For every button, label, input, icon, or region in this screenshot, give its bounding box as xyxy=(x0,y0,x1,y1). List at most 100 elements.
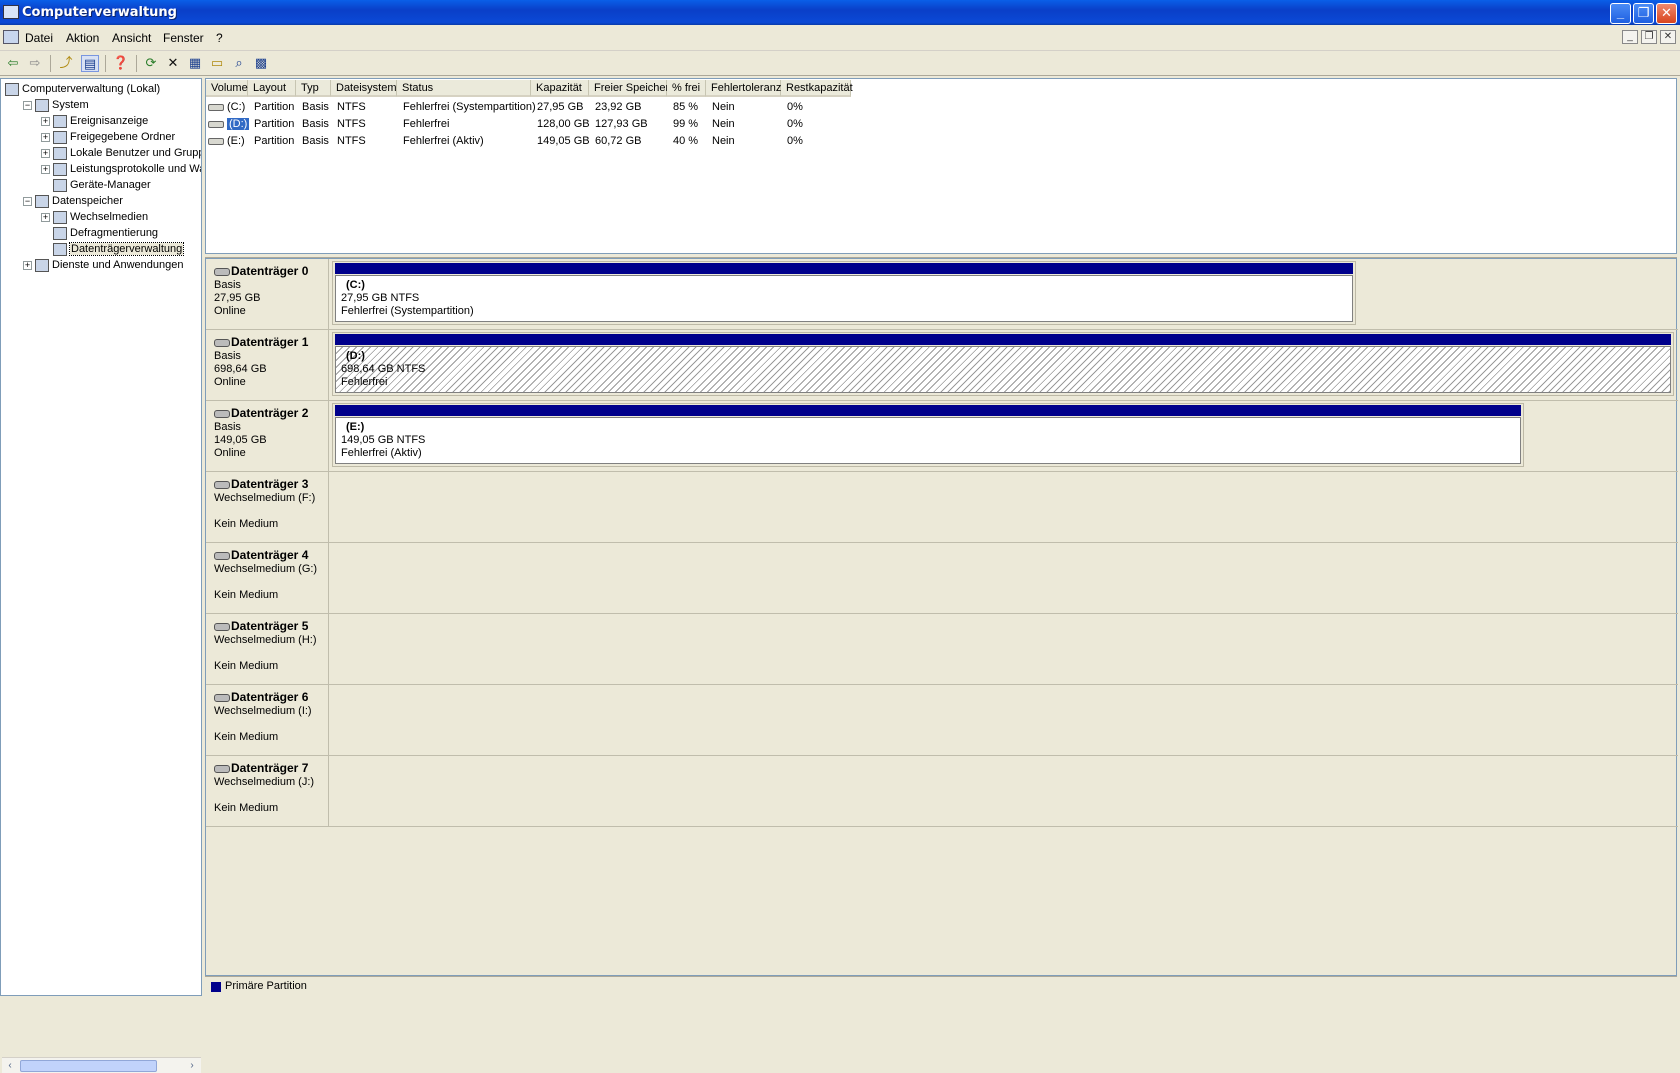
partition-body[interactable]: (D:) 698,64 GB NTFS Fehlerfrei xyxy=(335,346,1671,393)
column-header[interactable]: Fehlertoleranz xyxy=(706,80,781,97)
computer-management-app-icon[interactable] xyxy=(3,5,19,19)
disk-label[interactable]: Datenträger 4 Wechselmedium (G:) Kein Medi… xyxy=(206,543,329,613)
expand-icon[interactable]: + xyxy=(41,116,50,126)
table-cell: Fehlerfrei (Aktiv) xyxy=(403,135,484,147)
mdi-close-button[interactable]: ✕ xyxy=(1660,30,1676,44)
disk-row[interactable]: Datenträger 6 Wechselmedium (I:) Kein Medi… xyxy=(206,685,1678,756)
disk-label[interactable]: Datenträger 6 Wechselmedium (I:) Kein Medi… xyxy=(206,685,329,755)
expand-icon[interactable]: + xyxy=(41,148,50,158)
disk-row[interactable]: Datenträger 5 Wechselmedium (H:) Kein Medi… xyxy=(206,614,1678,685)
document-icon[interactable] xyxy=(3,30,19,44)
disk-row[interactable]: Datenträger 0 Basis 27,95 GB Online (C:) 27,9… xyxy=(206,259,1678,330)
search-button[interactable]: ⌕ xyxy=(230,55,248,72)
table-row[interactable]: (E:) Partition Basis NTFS Fehlerfrei (Aktiv)… xyxy=(206,133,906,149)
partition-block[interactable]: (C:) 27,95 GB NTFS Fehlerfrei (Systemparti… xyxy=(332,261,1356,325)
column-header[interactable]: Dateisystem xyxy=(331,80,397,97)
settings-button[interactable]: ▩ xyxy=(252,55,270,72)
expand-icon[interactable]: + xyxy=(41,132,50,142)
mdi-minimize-button[interactable]: _ xyxy=(1622,30,1638,44)
open-button[interactable]: ▭ xyxy=(208,55,226,72)
properties-button[interactable]: ▦ xyxy=(186,55,204,72)
menu-aktion[interactable]: Aktion xyxy=(66,31,99,45)
tree-node[interactable]: Defragmentierung xyxy=(5,225,201,241)
scroll-thumb[interactable] xyxy=(20,1060,157,1072)
expand-icon[interactable]: + xyxy=(23,260,32,270)
disk-row[interactable]: Datenträger 4 Wechselmedium (G:) Kein Medi… xyxy=(206,543,1678,614)
column-header[interactable]: Status xyxy=(397,80,531,97)
tree-node[interactable]: + Freigegebene Ordner xyxy=(5,129,201,145)
column-header[interactable]: % frei xyxy=(667,80,706,97)
scroll-right-button[interactable]: › xyxy=(185,1059,199,1073)
collapse-icon[interactable]: − xyxy=(23,100,32,110)
tree-node[interactable]: + Wechselmedien xyxy=(5,209,201,225)
up-level-button[interactable]: ⤴ xyxy=(57,55,75,72)
disk-label[interactable]: Datenträger 2 Basis 149,05 GB Online xyxy=(206,401,329,471)
disk-row[interactable]: Datenträger 2 Basis 149,05 GB Online (E:) 149… xyxy=(206,401,1678,472)
refresh-button[interactable]: ⟳ xyxy=(142,55,160,72)
column-header[interactable]: Layout xyxy=(248,80,296,97)
back-arrow-icon: ⇦ xyxy=(7,55,19,70)
tree-horizontal-scrollbar[interactable]: ‹ › xyxy=(2,1057,201,1073)
column-header[interactable]: Kapazität xyxy=(531,80,589,97)
expand-icon[interactable]: + xyxy=(41,212,50,222)
close-button[interactable]: ✕ xyxy=(1656,3,1677,24)
partition-block[interactable]: (D:) 698,64 GB NTFS Fehlerfrei xyxy=(332,332,1674,396)
partition-block[interactable]: (E:) 149,05 GB NTFS Fehlerfrei (Aktiv) xyxy=(332,403,1524,467)
show-hide-tree-button[interactable]: ▤ xyxy=(81,55,99,72)
menu-ansicht[interactable]: Ansicht xyxy=(112,31,151,45)
tree-node[interactable]: Datenträgerverwaltung xyxy=(5,241,201,257)
table-cell: Basis xyxy=(302,101,329,113)
tree-node[interactable]: Computerverwaltung (Lokal) xyxy=(5,81,201,97)
tree-node[interactable]: − Datenspeicher xyxy=(5,193,201,209)
forward-button[interactable]: ⇨ xyxy=(26,55,44,72)
table-row[interactable]: (D:) Partition Basis NTFS Fehlerfrei 128,00 G… xyxy=(206,116,906,132)
expand-icon[interactable]: + xyxy=(41,164,50,174)
disk-label[interactable]: Datenträger 7 Wechselmedium (J:) Kein Medi… xyxy=(206,756,329,826)
disk-row[interactable]: Datenträger 1 Basis 698,64 GB Online (D:) 698… xyxy=(206,330,1678,401)
column-header[interactable]: Volume xyxy=(206,80,248,97)
title-bar[interactable]: Computerverwaltung _ ❐ ✕ xyxy=(0,0,1680,25)
menu-datei[interactable]: Datei xyxy=(25,31,53,45)
tree-node[interactable]: + Dienste und Anwendungen xyxy=(5,257,201,273)
disk-label[interactable]: Datenträger 3 Wechselmedium (F:) Kein Medi… xyxy=(206,472,329,542)
delete-x-icon: ✕ xyxy=(167,55,179,70)
tree-node[interactable]: + Leistungsprotokolle und Warn xyxy=(5,161,201,177)
disk-graphical-view[interactable]: Datenträger 0 Basis 27,95 GB Online (C:) 27,9… xyxy=(205,258,1678,976)
computer-icon xyxy=(5,82,19,96)
partition-size: 149,05 GB NTFS xyxy=(341,434,426,446)
tree-node[interactable]: − System xyxy=(5,97,201,113)
partition-body[interactable]: (C:) 27,95 GB NTFS Fehlerfrei (Systemparti… xyxy=(335,275,1353,322)
volume-list[interactable]: Volume Layout Typ Dateisystem Status Kapazitä… xyxy=(205,78,1677,254)
minimize-button[interactable]: _ xyxy=(1610,3,1631,24)
help-button[interactable]: ❓ xyxy=(112,55,130,72)
toolbar-separator xyxy=(136,55,137,72)
table-row[interactable]: (C:) Partition Basis NTFS Fehlerfrei (System… xyxy=(206,99,906,115)
maximize-button[interactable]: ❐ xyxy=(1633,3,1654,24)
menu-help[interactable]: ? xyxy=(216,31,223,45)
table-cell: Nein xyxy=(712,135,735,147)
primary-partition-swatch xyxy=(211,982,221,992)
hard-disk-icon xyxy=(214,410,230,419)
mdi-restore-button[interactable]: ❐ xyxy=(1641,30,1657,44)
tree-node[interactable]: + Lokale Benutzer und Gruppen xyxy=(5,145,201,161)
collapse-icon[interactable]: − xyxy=(23,196,32,206)
disk-info-line: Wechselmedium (G:) xyxy=(214,563,318,575)
column-header[interactable]: Restkapazität xyxy=(781,80,853,97)
scroll-left-button[interactable]: ‹ xyxy=(3,1059,17,1073)
disk-row[interactable]: Datenträger 3 Wechselmedium (F:) Kein Medi… xyxy=(206,472,1678,543)
console-tree[interactable]: Computerverwaltung (Lokal) − System + Ereign… xyxy=(0,78,202,1073)
tree-node[interactable]: + Ereignisanzeige xyxy=(5,113,201,129)
disk-name: Datenträger 1 xyxy=(231,335,309,349)
column-header[interactable]: Freier Speicher xyxy=(589,80,669,97)
disk-row[interactable]: Datenträger 7 Wechselmedium (J:) Kein Medi… xyxy=(206,756,1678,827)
back-button[interactable]: ⇦ xyxy=(4,55,22,72)
disk-label[interactable]: Datenträger 1 Basis 698,64 GB Online xyxy=(206,330,329,400)
magnifier-icon: ⌕ xyxy=(235,55,243,70)
disk-label[interactable]: Datenträger 5 Wechselmedium (H:) Kein Medi… xyxy=(206,614,329,684)
partition-body[interactable]: (E:) 149,05 GB NTFS Fehlerfrei (Aktiv) xyxy=(335,417,1521,464)
tree-node[interactable]: Geräte-Manager xyxy=(5,177,201,193)
disk-label[interactable]: Datenträger 0 Basis 27,95 GB Online xyxy=(206,259,329,329)
menu-fenster[interactable]: Fenster xyxy=(163,31,204,45)
column-header[interactable]: Typ xyxy=(296,80,331,97)
delete-button[interactable]: ✕ xyxy=(164,55,182,72)
